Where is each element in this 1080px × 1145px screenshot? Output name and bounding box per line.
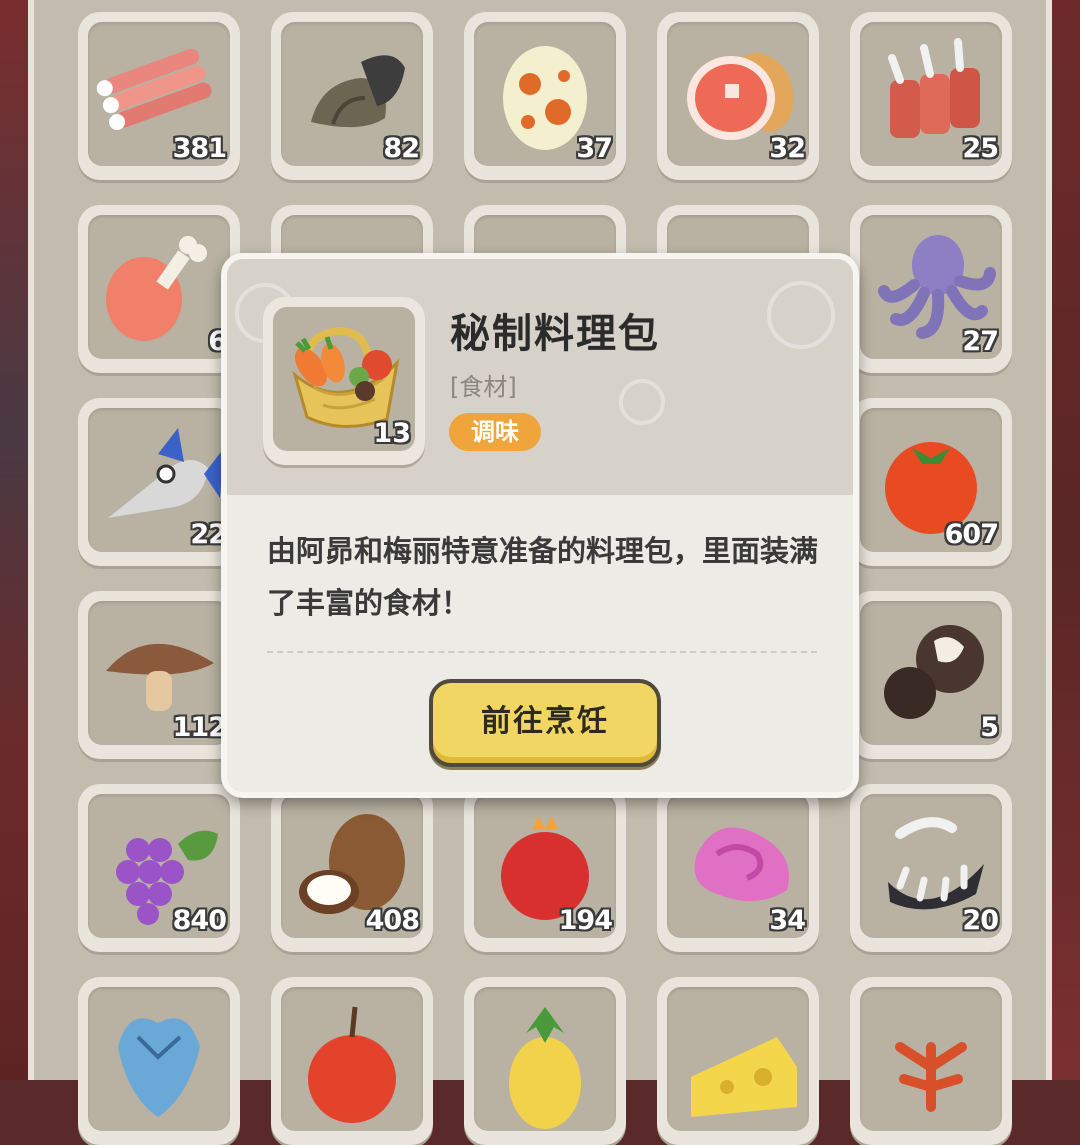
item-count: 840: [172, 905, 227, 936]
inventory-slot[interactable]: 5: [850, 591, 1012, 759]
background-left: [0, 0, 28, 1080]
item-count: 20: [962, 905, 999, 936]
item-count: 381: [172, 133, 227, 164]
apple-icon: [308, 1006, 396, 1123]
item-count: 37: [576, 133, 613, 164]
go-cook-button[interactable]: 前往烹饪: [429, 679, 661, 767]
item-count: 34: [769, 905, 806, 936]
background-right: [1052, 0, 1080, 1080]
inventory-slot[interactable]: [464, 977, 626, 1145]
inventory-slot[interactable]: 194: [464, 784, 626, 952]
inventory-slot[interactable]: 607: [850, 398, 1012, 566]
cheese-icon: [691, 1037, 797, 1117]
inventory-slot[interactable]: 840: [78, 784, 240, 952]
inventory-slot[interactable]: 27: [850, 205, 1012, 373]
inventory-slot[interactable]: 112: [78, 591, 240, 759]
inventory-slot[interactable]: 408: [271, 784, 433, 952]
decor-swirl: [767, 281, 835, 349]
inventory-slot[interactable]: [271, 977, 433, 1145]
red-leaf-icon: [895, 1042, 967, 1112]
item-description: 由阿昴和梅丽特意准备的料理包，里面装满了丰富的食材！: [267, 534, 819, 620]
popup-item-slot: 13: [263, 297, 425, 465]
crystal-heart-icon: [118, 1018, 200, 1117]
inventory-slot[interactable]: 20: [850, 784, 1012, 952]
inventory-slot[interactable]: 82: [271, 12, 433, 180]
item-count: 607: [944, 519, 999, 550]
item-category: [食材]: [450, 373, 517, 401]
item-tag-badge: 调味: [449, 413, 541, 451]
inventory-slot[interactable]: 381: [78, 12, 240, 180]
inventory-slot[interactable]: 32: [657, 12, 819, 180]
item-name: 秘制料理包: [450, 311, 660, 357]
item-count: 5: [980, 712, 999, 743]
pineapple-icon: [509, 1007, 581, 1129]
inventory-slot[interactable]: [78, 977, 240, 1145]
popup-item-count: 13: [373, 418, 411, 449]
item-count: 112: [172, 712, 227, 743]
item-count: 25: [962, 133, 999, 164]
item-count: 82: [383, 133, 420, 164]
inventory-slot[interactable]: 25: [850, 12, 1012, 180]
decor-swirl: [619, 379, 665, 425]
item-count: 408: [365, 905, 420, 936]
item-count: 32: [769, 133, 806, 164]
popup-header: 13 秘制料理包 [食材] 调味: [227, 259, 853, 495]
item-count: 27: [962, 326, 999, 357]
item-count: 194: [558, 905, 613, 936]
inventory-slot[interactable]: [850, 977, 1012, 1145]
inventory-slot[interactable]: 6: [78, 205, 240, 373]
item-detail-popup: 13 秘制料理包 [食材] 调味 由阿昴和梅丽特意准备的料理包，里面装满了丰富的…: [221, 253, 859, 798]
inventory-slot[interactable]: [657, 977, 819, 1145]
dashed-divider: [267, 651, 817, 653]
inventory-slot[interactable]: 37: [464, 12, 626, 180]
inventory-slot[interactable]: 22: [78, 398, 240, 566]
inventory-slot[interactable]: 34: [657, 784, 819, 952]
